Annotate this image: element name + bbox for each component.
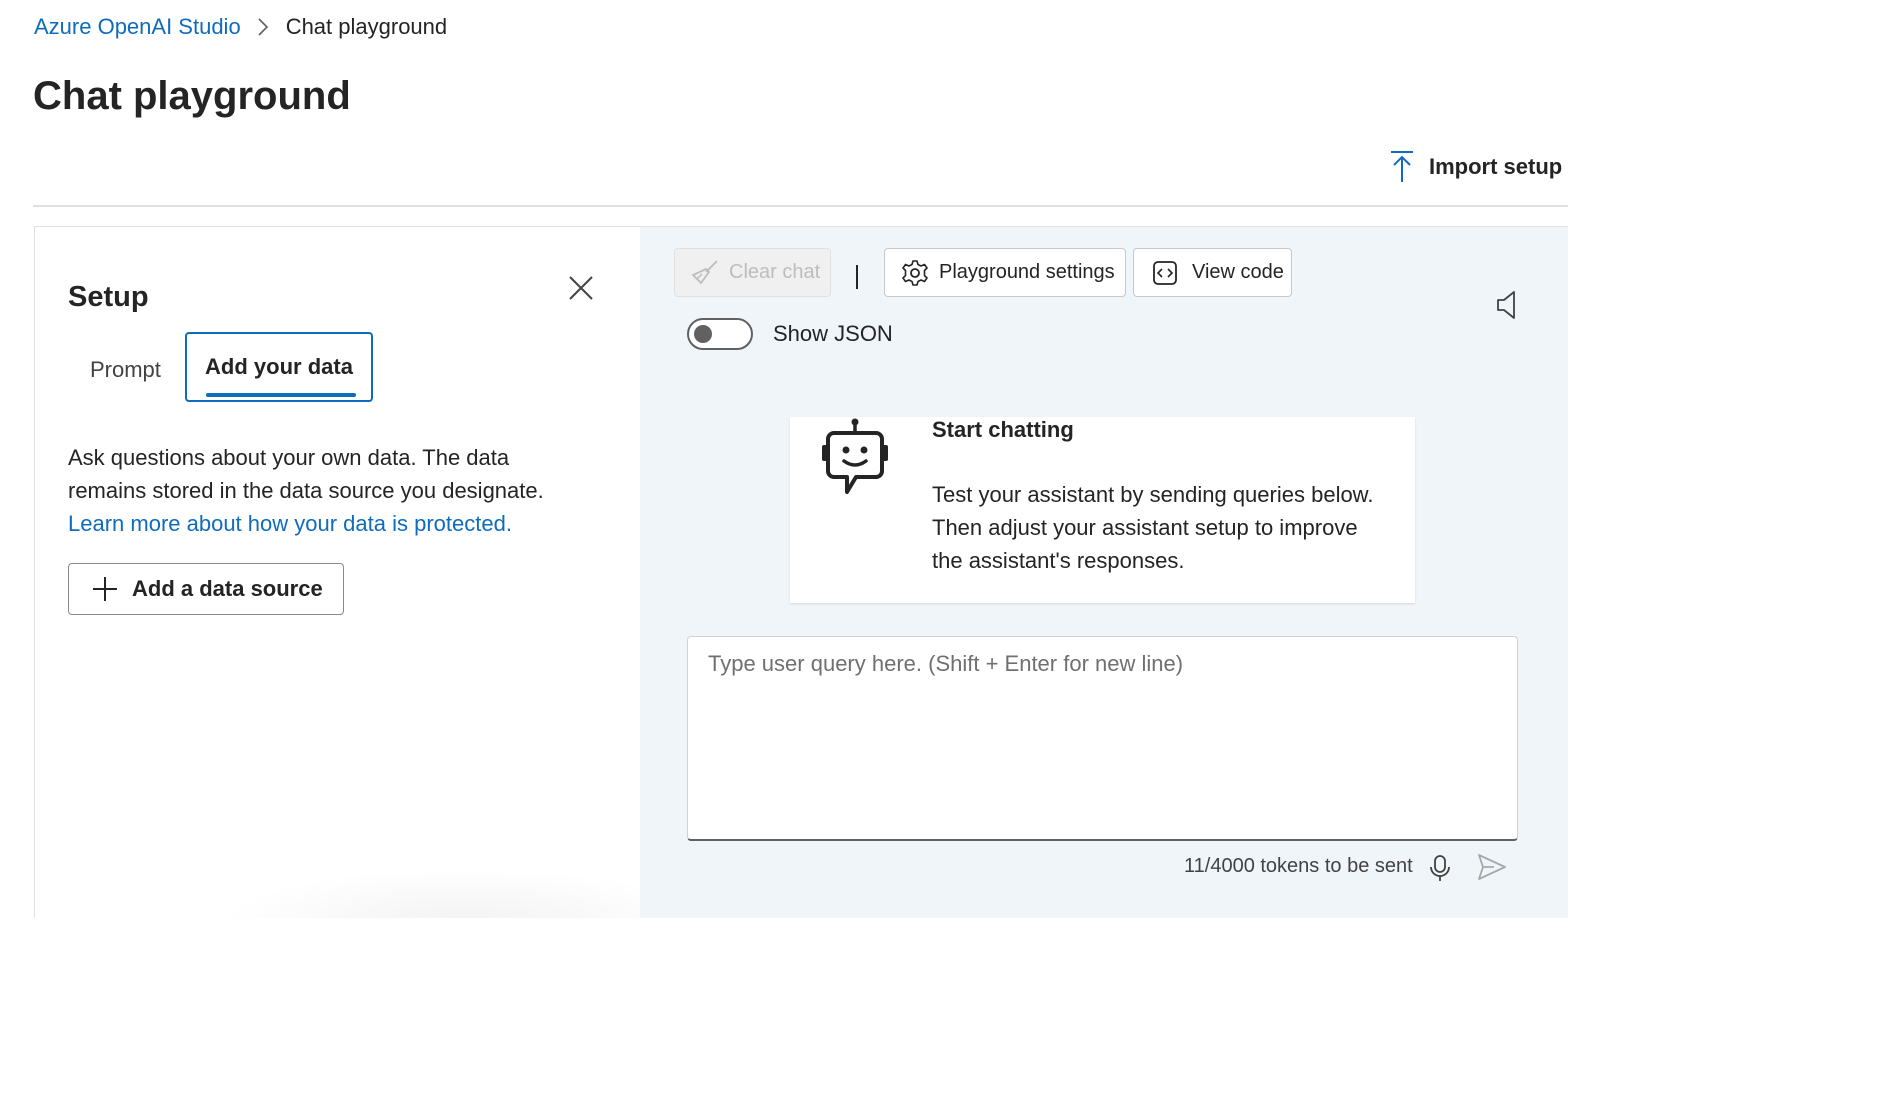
close-icon bbox=[569, 276, 593, 300]
import-setup-label: Import setup bbox=[1429, 154, 1563, 179]
user-query-input[interactable] bbox=[687, 636, 1518, 841]
import-setup-button[interactable]: Import setup bbox=[1388, 150, 1562, 184]
setup-description: Ask questions about your own data. The d… bbox=[68, 445, 544, 503]
plus-icon bbox=[93, 577, 117, 601]
show-json-label: Show JSON bbox=[773, 321, 893, 346]
breadcrumb-current: Chat playground bbox=[285, 14, 448, 39]
toggle-knob bbox=[694, 325, 712, 343]
start-chatting-card: Start chatting Test your assistant by se… bbox=[790, 417, 1415, 603]
learn-more-link[interactable]: Learn more about how your data is protec… bbox=[68, 507, 512, 540]
chat-playground-page: Azure OpenAI Studio Chat playground Chat… bbox=[0, 0, 1568, 918]
start-chatting-body: Test your assistant by sending queries b… bbox=[932, 482, 1374, 573]
setup-panel: Setup Prompt Add your data Ask questions… bbox=[34, 226, 641, 918]
upload-icon bbox=[1391, 151, 1413, 182]
playground-settings-label: Playground settings bbox=[939, 261, 1115, 283]
tab-add-your-data[interactable]: Add your data bbox=[185, 332, 373, 402]
page-title: Chat playground bbox=[33, 74, 351, 118]
microphone-icon[interactable] bbox=[1428, 854, 1452, 882]
view-code-label: View code bbox=[1192, 261, 1284, 283]
add-data-source-button[interactable]: Add a data source bbox=[68, 563, 344, 615]
gear-icon bbox=[902, 259, 928, 286]
view-code-button[interactable]: View code bbox=[1133, 248, 1292, 297]
chevron-right-icon bbox=[257, 17, 269, 37]
token-count: 11/4000 tokens to be sent bbox=[1184, 855, 1413, 877]
header-divider bbox=[33, 205, 1568, 207]
start-chatting-title: Start chatting bbox=[932, 417, 1074, 442]
speaker-icon[interactable] bbox=[1495, 289, 1519, 321]
tab-prompt[interactable]: Prompt bbox=[90, 357, 161, 383]
broom-icon bbox=[691, 259, 718, 284]
toolbar-divider bbox=[856, 265, 858, 289]
show-json-toggle[interactable] bbox=[687, 318, 753, 350]
clear-chat-button[interactable]: Clear chat bbox=[674, 248, 831, 297]
breadcrumb: Azure OpenAI Studio Chat playground bbox=[34, 14, 447, 40]
chat-panel: Clear chat Playground settings View code… bbox=[640, 226, 1568, 918]
breadcrumb-root-link[interactable]: Azure OpenAI Studio bbox=[34, 14, 241, 40]
code-icon bbox=[1153, 260, 1177, 285]
selected-tab-indicator bbox=[206, 393, 356, 397]
close-setup-button[interactable] bbox=[564, 271, 598, 305]
setup-title: Setup bbox=[68, 281, 149, 313]
send-icon[interactable] bbox=[1476, 851, 1508, 883]
panel-shadow bbox=[215, 867, 640, 918]
playground-settings-button[interactable]: Playground settings bbox=[884, 248, 1126, 297]
add-data-source-label: Add a data source bbox=[132, 576, 323, 601]
robot-icon bbox=[822, 418, 888, 494]
clear-chat-label: Clear chat bbox=[729, 261, 821, 283]
tab-add-your-data-label: Add your data bbox=[205, 354, 353, 379]
